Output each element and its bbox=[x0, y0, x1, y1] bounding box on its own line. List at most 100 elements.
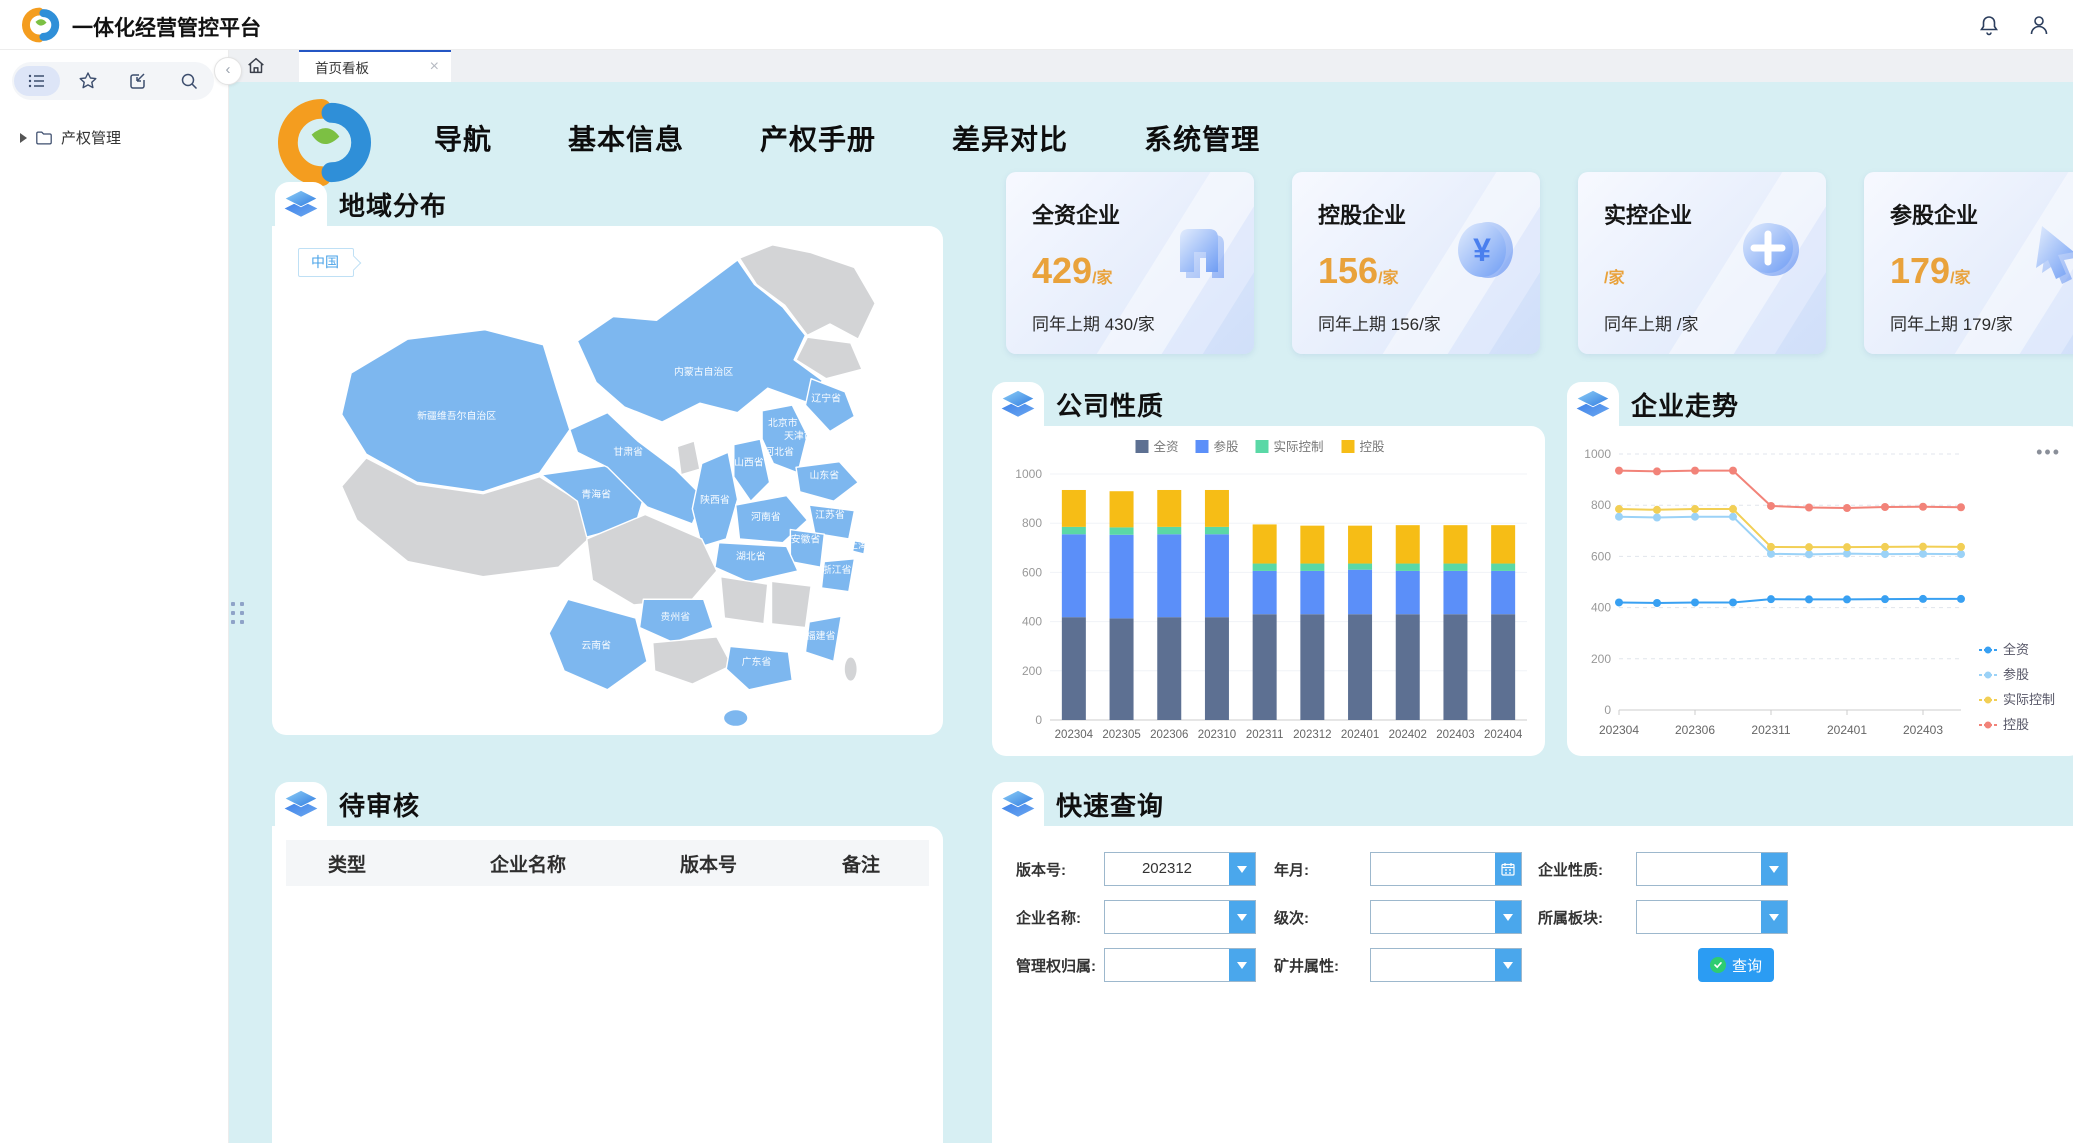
stat-card-actual-control: 实控企业 /家 同年上期 /家 bbox=[1578, 172, 1826, 354]
trend-panel-title: 企业走势 bbox=[1631, 386, 1739, 423]
nav-item-navigation[interactable]: 导航 bbox=[434, 118, 492, 158]
user-icon[interactable] bbox=[2027, 13, 2051, 37]
card-title: 参股企业 bbox=[1890, 198, 1978, 230]
svg-text:202403: 202403 bbox=[1903, 723, 1943, 737]
svg-text:202402: 202402 bbox=[1389, 729, 1427, 741]
card-title: 控股企业 bbox=[1318, 198, 1406, 230]
svg-text:全资: 全资 bbox=[1154, 439, 1179, 454]
svg-text:内蒙古自治区: 内蒙古自治区 bbox=[674, 365, 733, 378]
svg-text:202311: 202311 bbox=[1751, 723, 1790, 737]
company-nature-chart[interactable]: 0200400600800100020230420230520230620231… bbox=[992, 426, 1545, 756]
tab-home-dashboard[interactable]: 首页看板 × bbox=[299, 49, 451, 82]
company-nature-panel: 0200400600800100020230420230520230620231… bbox=[992, 426, 1545, 756]
check-icon bbox=[1710, 957, 1726, 973]
dashboard-main: 导航 基本信息 产权手册 差异对比 系统管理 地域分布 中国 新疆维吾尔自治区内… bbox=[229, 82, 2073, 1143]
layers-icon bbox=[992, 382, 1044, 426]
home-icon[interactable] bbox=[245, 55, 267, 77]
svg-text:陕西省: 陕西省 bbox=[700, 493, 730, 506]
field-label-company-name: 企业名称: bbox=[1016, 907, 1104, 928]
caret-right-icon[interactable] bbox=[20, 133, 27, 143]
menu-list-icon[interactable] bbox=[14, 66, 60, 96]
calendar-icon[interactable] bbox=[1495, 853, 1521, 885]
svg-text:202306: 202306 bbox=[1675, 723, 1715, 737]
chevron-down-icon[interactable] bbox=[1495, 901, 1521, 933]
region-chip[interactable]: 中国 bbox=[298, 248, 354, 277]
tab-bar: 首页看板 × bbox=[229, 49, 2073, 82]
tab-label: 首页看板 bbox=[315, 57, 430, 77]
query-panel-header: 快速查询 bbox=[992, 782, 1164, 826]
svg-text:202304: 202304 bbox=[1055, 729, 1094, 741]
company-nature-select[interactable] bbox=[1636, 852, 1788, 886]
nav-item-property-manual[interactable]: 产权手册 bbox=[760, 118, 876, 158]
query-panel: 版本号: 202312 年月: 企业性质: 企 bbox=[992, 826, 2073, 1143]
svg-text:浙江省: 浙江省 bbox=[822, 563, 852, 576]
nav-item-system-admin[interactable]: 系统管理 bbox=[1144, 118, 1260, 158]
chevron-down-icon[interactable] bbox=[1229, 901, 1255, 933]
pending-panel-header: 待审核 bbox=[275, 782, 420, 826]
sidebar-collapse-button[interactable]: ‹ bbox=[214, 57, 242, 85]
folder-icon bbox=[35, 129, 53, 147]
chevron-down-icon[interactable] bbox=[1761, 901, 1787, 933]
layers-icon bbox=[275, 782, 327, 826]
map-panel: 中国 新疆维吾尔自治区内蒙古自治区辽宁省北京市天津市河北省山西省山东省甘肃省青海… bbox=[272, 226, 943, 735]
chevron-down-icon[interactable] bbox=[1229, 853, 1255, 885]
svg-text:202401: 202401 bbox=[1827, 723, 1867, 737]
trend-panel-header: 企业走势 bbox=[1567, 382, 1739, 426]
svg-text:控股: 控股 bbox=[2003, 717, 2029, 732]
tab-close-icon[interactable]: × bbox=[430, 58, 439, 76]
svg-text:200: 200 bbox=[1022, 664, 1042, 678]
drag-handle[interactable] bbox=[231, 602, 245, 638]
layers-icon bbox=[992, 782, 1044, 826]
card-compare: 同年上期 156/家 bbox=[1318, 310, 1441, 335]
svg-text:云南省: 云南省 bbox=[581, 638, 611, 651]
china-map[interactable]: 新疆维吾尔自治区内蒙古自治区辽宁省北京市天津市河北省山西省山东省甘肃省青海省陕西… bbox=[272, 226, 943, 735]
card-compare: 同年上期 179/家 bbox=[1890, 310, 2013, 335]
management-right-select[interactable] bbox=[1104, 948, 1256, 982]
ellipsis-menu-icon[interactable]: ••• bbox=[2036, 442, 2061, 463]
sidebar-item-label: 产权管理 bbox=[61, 127, 121, 148]
svg-text:实际控制: 实际控制 bbox=[2003, 692, 2055, 707]
nav-item-basic-info[interactable]: 基本信息 bbox=[568, 118, 684, 158]
field-label-version: 版本号: bbox=[1016, 859, 1104, 880]
stat-card-wholly-owned: 全资企业 429/家 同年上期 430/家 bbox=[1006, 172, 1254, 354]
dashboard-logo bbox=[278, 95, 373, 190]
trend-chart[interactable]: 0200400600800100020230420230620231120240… bbox=[1567, 426, 2073, 756]
svg-text:600: 600 bbox=[1022, 565, 1042, 579]
field-label-year-month: 年月: bbox=[1274, 859, 1370, 880]
chevron-down-icon[interactable] bbox=[1229, 949, 1255, 981]
svg-text:山东省: 山东省 bbox=[809, 469, 839, 482]
svg-text:贵州省: 贵州省 bbox=[661, 610, 691, 623]
edit-box-icon[interactable] bbox=[115, 66, 161, 96]
yen-coin-icon: ¥ bbox=[1440, 200, 1526, 296]
svg-text:实际控制: 实际控制 bbox=[1274, 439, 1324, 454]
svg-text:河南省: 河南省 bbox=[751, 510, 781, 523]
search-button[interactable]: 查询 bbox=[1698, 948, 1774, 982]
chevron-down-icon[interactable] bbox=[1761, 853, 1787, 885]
map-panel-title: 地域分布 bbox=[339, 186, 447, 223]
bell-icon[interactable] bbox=[1977, 13, 2001, 37]
sidebar: ‹ 产权管理 bbox=[0, 49, 229, 1143]
year-month-date-input[interactable] bbox=[1370, 852, 1522, 886]
sidebar-item-property-management[interactable]: 产权管理 bbox=[20, 127, 121, 148]
svg-text:北京市: 北京市 bbox=[768, 416, 798, 429]
svg-text:400: 400 bbox=[1022, 615, 1042, 629]
search-button-label: 查询 bbox=[1732, 955, 1762, 976]
map-panel-header: 地域分布 bbox=[275, 182, 447, 226]
chevron-down-icon[interactable] bbox=[1495, 949, 1521, 981]
sector-select[interactable] bbox=[1636, 900, 1788, 934]
field-label-level: 级次: bbox=[1274, 907, 1370, 928]
level-select[interactable] bbox=[1370, 900, 1522, 934]
mine-attribute-select[interactable] bbox=[1370, 948, 1522, 982]
company-name-select[interactable] bbox=[1104, 900, 1256, 934]
svg-text:河北省: 河北省 bbox=[764, 445, 794, 458]
version-select[interactable]: 202312 bbox=[1104, 852, 1256, 886]
card-title: 实控企业 bbox=[1604, 198, 1692, 230]
svg-text:1000: 1000 bbox=[1584, 447, 1611, 461]
svg-text:辽宁省: 辽宁省 bbox=[811, 391, 841, 404]
search-icon[interactable] bbox=[166, 66, 212, 96]
app-logo bbox=[22, 6, 60, 44]
nav-item-diff-compare[interactable]: 差异对比 bbox=[952, 118, 1068, 158]
star-icon[interactable] bbox=[65, 66, 111, 96]
stat-card-equity-participation: 参股企业 179/家 同年上期 179/家 bbox=[1864, 172, 2073, 354]
svg-text:202404: 202404 bbox=[1484, 729, 1523, 741]
